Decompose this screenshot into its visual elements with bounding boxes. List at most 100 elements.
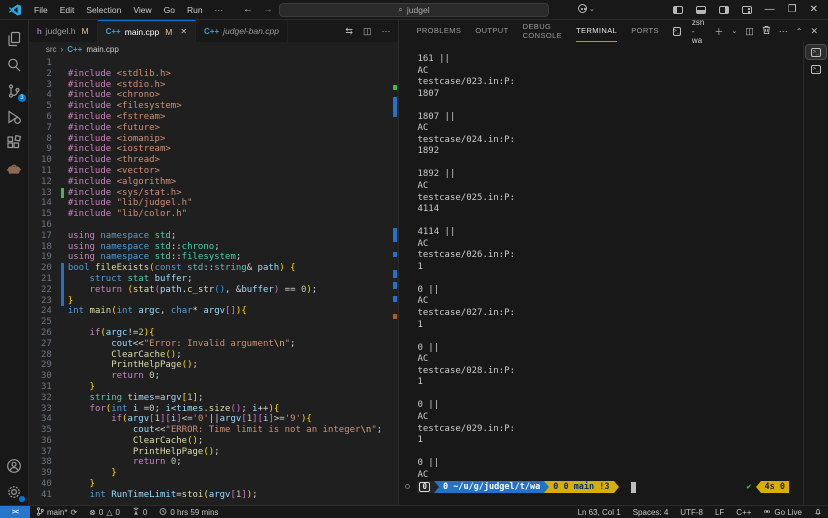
branch-status[interactable]: main* ⟳ — [30, 507, 83, 518]
tab-judgel-ban.cpp[interactable]: C++judgel-ban.cpp — [196, 20, 288, 42]
indentation-status[interactable]: Spaces: 4 — [627, 508, 675, 517]
more-actions-icon[interactable]: ⋯ — [381, 26, 390, 37]
code-line[interactable]: 19using namespace std::filesystem; — [29, 252, 399, 263]
tab-judgel.h[interactable]: hjudgel.hM — [29, 20, 98, 42]
breadcrumb[interactable]: src › C++ main.cpp — [29, 42, 399, 56]
menu-go[interactable]: Go — [158, 5, 181, 15]
code-line[interactable]: 36 ClearCache(); — [29, 436, 399, 447]
code-line[interactable]: 31 } — [29, 382, 399, 393]
code-line[interactable]: 33 for(int i =0; i<times.size(); i++){ — [29, 404, 399, 415]
more-actions-button[interactable]: ⋯ — [779, 26, 788, 37]
code-line[interactable]: 14#include "lib/judgel.h" — [29, 198, 399, 209]
panel-tab-terminal[interactable]: TERMINAL — [576, 20, 617, 42]
code-line[interactable]: 39 } — [29, 468, 399, 479]
menu-view[interactable]: View — [127, 5, 157, 15]
code-line[interactable]: 9#include <iostream> — [29, 144, 399, 155]
code-line[interactable]: 20bool fileExists(const std::string& pat… — [29, 263, 399, 274]
code-line[interactable]: 38 return 0; — [29, 457, 399, 468]
cursor-position-status[interactable]: Ln 63, Col 1 — [572, 508, 627, 517]
tab-main.cpp[interactable]: C++main.cppM✕ — [98, 20, 196, 42]
toggle-panel-button[interactable] — [696, 6, 706, 14]
terminal-list-item[interactable]: >_ — [806, 62, 826, 76]
close-button[interactable]: ✕ — [810, 4, 818, 15]
toggle-sidebar-button[interactable] — [673, 6, 683, 14]
menu-file[interactable]: File — [28, 5, 54, 15]
activity-search[interactable] — [2, 52, 26, 78]
maximize-panel-button[interactable]: ⌃ — [796, 27, 803, 36]
toggle-secondary-sidebar-button[interactable] — [719, 6, 729, 14]
restore-button[interactable]: ❐ — [788, 4, 797, 15]
language-status[interactable]: C++ — [730, 508, 757, 517]
code-line[interactable]: 24int main(int argc, char* argv[]){ — [29, 306, 399, 317]
code-line[interactable]: 30 return 0; — [29, 371, 399, 382]
code-line[interactable]: 40 } — [29, 479, 399, 490]
activity-extensions[interactable] — [2, 130, 26, 156]
shell-label[interactable]: zsh - wa — [692, 18, 706, 45]
encoding-status[interactable]: UTF-8 — [674, 508, 709, 517]
menu-edit[interactable]: Edit — [54, 5, 81, 15]
activity-source-control[interactable]: 3 — [2, 78, 26, 104]
new-terminal-button[interactable]: ＋ — [714, 25, 723, 38]
code-line[interactable]: 25 — [29, 317, 399, 328]
close-tab-icon[interactable]: ✕ — [180, 27, 187, 36]
code-line[interactable]: 29 PrintHelpPage(); — [29, 360, 399, 371]
menu-selection[interactable]: Selection — [80, 5, 127, 15]
ports-status[interactable]: 0 — [126, 507, 153, 518]
activity-explorer[interactable] — [2, 26, 26, 52]
minimize-button[interactable]: — — [765, 4, 775, 15]
forward-button[interactable]: → — [263, 4, 273, 15]
code-line[interactable]: 10#include <thread> — [29, 155, 399, 166]
code-line[interactable]: 15#include "lib/color.h" — [29, 209, 399, 220]
panel-tab-output[interactable]: OUTPUT — [475, 20, 508, 42]
activity-accounts[interactable] — [2, 453, 26, 479]
code-line[interactable]: 35 cout<<"ERROR: Time limit is not an in… — [29, 425, 399, 436]
breadcrumb-folder[interactable]: src — [46, 45, 57, 54]
code-line[interactable]: 32 string times=argv[1]; — [29, 393, 399, 404]
split-editor-icon[interactable]: ◫ — [363, 26, 372, 37]
problems-status[interactable]: ⊗ 0 △ 0 — [83, 508, 126, 517]
open-changes-icon[interactable]: ⇆ — [345, 26, 353, 37]
menu-[interactable]: ··· — [209, 5, 230, 15]
code-line[interactable]: 27 cout<<"Error: Invalid argument\n"; — [29, 339, 399, 350]
code-line[interactable]: 34 if(argv[1][i]<='0'||argv[1][i]>='9'){ — [29, 414, 399, 425]
code-editor[interactable]: 12#include <stdlib.h>3#include <stdio.h>… — [29, 56, 399, 505]
copilot-button[interactable]: ⌄ — [578, 4, 595, 13]
code-line[interactable]: 1 — [29, 58, 399, 69]
panel-tab-debug-console[interactable]: DEBUG CONSOLE — [523, 20, 562, 42]
command-decoration-icon[interactable] — [405, 484, 410, 489]
breadcrumb-file[interactable]: main.cpp — [86, 45, 118, 54]
activity-run-debug[interactable] — [2, 104, 26, 130]
code-line[interactable]: 12#include <algorithm> — [29, 177, 399, 188]
code-line[interactable]: 13#include <sys/stat.h> — [29, 188, 399, 199]
code-line[interactable]: 41 int RunTimeLimit=stoi(argv[1]); — [29, 490, 399, 501]
code-line[interactable]: 37 PrintHelpPage(); — [29, 447, 399, 458]
terminal-output[interactable]: 161 ||ACtestcase/023.in:P:1807 1807 ||AC… — [399, 42, 803, 505]
code-line[interactable]: 23} — [29, 296, 399, 307]
code-line[interactable]: 16 — [29, 220, 399, 231]
activity-settings[interactable] — [2, 479, 26, 505]
customize-layout-button[interactable] — [742, 6, 752, 14]
split-terminal-button[interactable]: ◫ — [745, 26, 754, 37]
code-line[interactable]: 22 return (stat(path.c_str(), &buffer) =… — [29, 285, 399, 296]
remote-indicator[interactable]: >< — [0, 506, 30, 518]
code-line[interactable]: 28 ClearCache(); — [29, 350, 399, 361]
eol-status[interactable]: LF — [709, 508, 730, 517]
notifications-bell[interactable] — [808, 507, 828, 518]
terminal-prompt[interactable]: 0 0 ~/u/g/judgel/t/wa 0 0 main !3 ✔ 4s 0 — [417, 481, 803, 493]
back-button[interactable]: ← — [243, 4, 253, 15]
code-line[interactable]: 2#include <stdlib.h> — [29, 69, 399, 80]
code-line[interactable]: 5#include <filesystem> — [29, 101, 399, 112]
code-line[interactable]: 6#include <fstream> — [29, 112, 399, 123]
command-center-search[interactable]: ⌕ judgel — [279, 3, 549, 17]
time-tracker-status[interactable]: 0 hrs 59 mins — [153, 507, 224, 518]
code-line[interactable]: 21 struct stat buffer; — [29, 274, 399, 285]
panel-tab-ports[interactable]: PORTS — [631, 20, 659, 42]
kill-terminal-button[interactable] — [762, 25, 771, 37]
sync-icon[interactable]: ⟳ — [70, 508, 77, 517]
close-panel-button[interactable]: ✕ — [810, 26, 818, 37]
code-line[interactable]: 8#include <iomanip> — [29, 134, 399, 145]
menu-run[interactable]: Run — [181, 5, 209, 15]
code-line[interactable]: 11#include <vector> — [29, 166, 399, 177]
panel-tab-problems[interactable]: PROBLEMS — [416, 20, 461, 42]
code-line[interactable]: 4#include <chrono> — [29, 90, 399, 101]
